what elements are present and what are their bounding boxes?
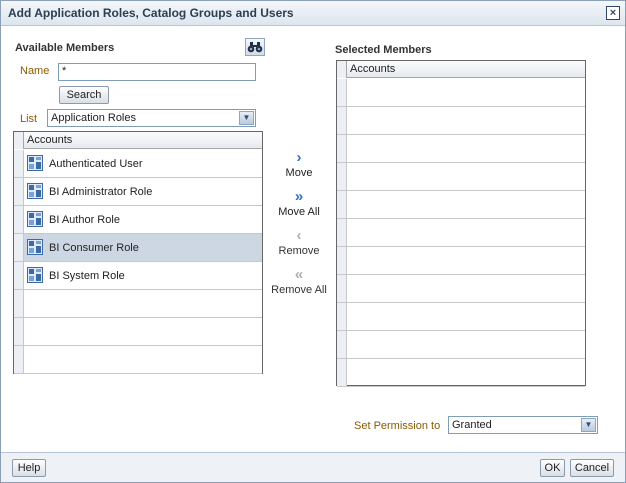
account-label: BI Author Role [49, 214, 120, 226]
row-gutter [14, 206, 24, 233]
row-gutter [337, 331, 347, 358]
row-gutter [337, 191, 347, 218]
remove-label: Remove [278, 245, 320, 257]
empty-row [14, 318, 262, 346]
available-account-row[interactable]: BI Administrator Role [14, 178, 262, 206]
available-account-row[interactable]: BI Consumer Role [14, 234, 262, 262]
empty-row [337, 163, 585, 191]
row-gutter [14, 262, 24, 289]
list-type-select[interactable]: Application Roles ▼ [47, 109, 256, 127]
header-gutter [337, 61, 347, 78]
accounts-column-header: Accounts [350, 63, 396, 75]
account-label: BI Consumer Role [49, 242, 139, 254]
name-search-input[interactable]: * [58, 63, 256, 81]
row-gutter [337, 79, 347, 106]
available-account-row[interactable]: Authenticated User [14, 150, 262, 178]
account-label: BI Administrator Role [49, 186, 153, 198]
row-gutter [14, 178, 24, 205]
row-gutter [337, 359, 347, 386]
available-table-header: Accounts [14, 132, 262, 149]
available-members-heading: Available Members [15, 42, 115, 54]
available-account-row[interactable]: BI Author Role [14, 206, 262, 234]
empty-row [14, 346, 262, 374]
remove-all-label: Remove All [271, 284, 327, 296]
empty-row [337, 191, 585, 219]
account-label: Authenticated User [49, 158, 143, 170]
chevron-down-icon[interactable]: ▼ [239, 111, 254, 125]
dialog-footer: Help OK Cancel [1, 452, 625, 482]
empty-row [337, 331, 585, 359]
cancel-button[interactable]: Cancel [570, 459, 614, 477]
double-chevron-right-icon: » [294, 188, 304, 205]
selected-table-header: Accounts [337, 61, 585, 78]
help-button[interactable]: Help [12, 459, 46, 477]
header-gutter [14, 132, 24, 149]
row-gutter [14, 290, 24, 317]
ok-button[interactable]: OK [540, 459, 565, 477]
move-all-button[interactable]: » Move All [273, 188, 325, 218]
app-role-icon [27, 183, 43, 199]
app-role-icon [27, 155, 43, 171]
add-members-dialog: Add Application Roles, Catalog Groups an… [0, 0, 626, 483]
row-gutter [14, 150, 24, 177]
app-role-icon [27, 267, 43, 283]
move-label: Move [285, 167, 313, 179]
empty-row [337, 107, 585, 135]
permission-value: Granted [452, 419, 492, 431]
empty-row [337, 359, 585, 387]
row-gutter [14, 318, 24, 345]
double-chevron-left-icon: « [294, 266, 304, 283]
row-gutter [14, 234, 24, 261]
app-role-icon [27, 239, 43, 255]
row-gutter [337, 107, 347, 134]
row-gutter [337, 219, 347, 246]
row-gutter [14, 346, 24, 373]
list-type-value: Application Roles [51, 112, 136, 124]
permission-select[interactable]: Granted ▼ [448, 416, 598, 434]
empty-row [337, 275, 585, 303]
empty-row [337, 135, 585, 163]
name-label: Name [20, 65, 50, 77]
empty-row [337, 219, 585, 247]
row-gutter [337, 135, 347, 162]
dialog-title: Add Application Roles, Catalog Groups an… [8, 6, 294, 20]
available-accounts-table: Accounts Authenticated User BI Administra… [13, 131, 263, 374]
search-button[interactable]: Search [59, 86, 109, 104]
selected-members-heading: Selected Members [335, 44, 432, 56]
dialog-titlebar: Add Application Roles, Catalog Groups an… [1, 1, 625, 26]
search-options-binoculars-icon[interactable] [245, 38, 265, 56]
row-gutter [337, 247, 347, 274]
name-search-value: * [62, 65, 67, 77]
accounts-column-header: Accounts [27, 134, 73, 146]
row-gutter [337, 163, 347, 190]
empty-row [337, 303, 585, 331]
chevron-right-icon: › [296, 149, 302, 166]
empty-row [337, 79, 585, 107]
set-permission-label: Set Permission to [354, 420, 441, 432]
selected-accounts-table: Accounts [336, 60, 586, 387]
empty-row [337, 247, 585, 275]
close-icon[interactable]: × [606, 6, 620, 20]
move-all-label: Move All [278, 206, 320, 218]
row-gutter [337, 275, 347, 302]
row-gutter [337, 303, 347, 330]
move-button[interactable]: › Move [275, 149, 323, 179]
list-label: List [20, 113, 38, 125]
available-account-row[interactable]: BI System Role [14, 262, 262, 290]
chevron-left-icon: ‹ [296, 227, 302, 244]
chevron-down-icon[interactable]: ▼ [581, 418, 596, 432]
remove-all-button[interactable]: « Remove All [269, 266, 329, 296]
account-label: BI System Role [49, 270, 125, 282]
app-role-icon [27, 211, 43, 227]
empty-row [14, 290, 262, 318]
remove-button[interactable]: ‹ Remove [273, 227, 325, 257]
